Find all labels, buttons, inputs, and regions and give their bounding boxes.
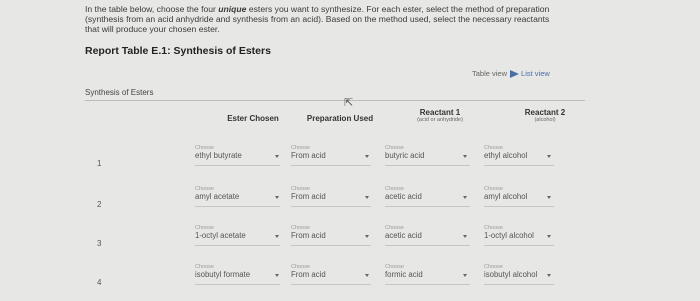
reactant-1-select-value: formic acid <box>385 270 423 279</box>
select-underline <box>195 284 280 285</box>
dropdown-caret-icon[interactable] <box>547 274 551 277</box>
header-ester-chosen: Ester Chosen <box>227 114 279 123</box>
preparation-select[interactable]: Choose From acid <box>291 225 371 246</box>
header-reactant-1-label: Reactant 1 <box>419 108 461 117</box>
ester-select-value: isobutyl formate <box>195 270 251 279</box>
reactant-2-select-value: ethyl alcohol <box>484 151 528 160</box>
preparation-select-value: From acid <box>291 231 326 240</box>
preparation-select-value: From acid <box>291 270 326 279</box>
select-underline <box>291 206 371 207</box>
ester-select[interactable]: Choose amyl acetate <box>195 186 280 207</box>
dropdown-caret-icon[interactable] <box>547 235 551 238</box>
select-underline <box>291 284 371 285</box>
ester-select-value: ethyl butyrate <box>195 151 242 160</box>
dropdown-caret-icon[interactable] <box>463 155 467 158</box>
reactant-2-select[interactable]: Choose ethyl alcohol <box>484 145 554 166</box>
reactant-2-select[interactable]: Choose 1-octyl alcohol <box>484 225 554 246</box>
select-underline <box>484 206 554 207</box>
select-underline <box>484 165 554 166</box>
dropdown-caret-icon[interactable] <box>463 274 467 277</box>
select-underline <box>291 165 371 166</box>
select-underline <box>385 165 470 166</box>
reactant-1-select[interactable]: Choose acetic acid <box>385 186 470 207</box>
row-number: 4 <box>97 278 102 287</box>
dropdown-caret-icon[interactable] <box>275 155 279 158</box>
list-view-label[interactable]: List view <box>521 69 550 78</box>
ester-select[interactable]: Choose 1-octyl acetate <box>195 225 280 246</box>
instructions-before: In the table below, choose the four <box>85 4 219 14</box>
dropdown-caret-icon[interactable] <box>275 274 279 277</box>
preparation-select-value: From acid <box>291 192 326 201</box>
reactant-1-select[interactable]: Choose acetic acid <box>385 225 470 246</box>
select-underline <box>484 245 554 246</box>
dropdown-caret-icon[interactable] <box>463 196 467 199</box>
instructions-text: In the table below, choose the four uniq… <box>85 4 555 34</box>
view-toggle-switch-icon[interactable] <box>510 69 520 78</box>
select-underline <box>385 284 470 285</box>
dropdown-caret-icon[interactable] <box>365 235 369 238</box>
mouse-cursor-icon: ⇱ <box>344 97 354 109</box>
reactant-1-select-value: butyric acid <box>385 151 425 160</box>
header-reactant-2-label: Reactant 2 <box>524 108 566 117</box>
reactant-2-select[interactable]: Choose isobutyl alcohol <box>484 264 554 285</box>
header-preparation-used: Preparation Used <box>306 114 374 123</box>
ester-select[interactable]: Choose ethyl butyrate <box>195 145 280 166</box>
reactant-2-select[interactable]: Choose amyl alcohol <box>484 186 554 207</box>
reactant-1-select[interactable]: Choose butyric acid <box>385 145 470 166</box>
reactant-2-select-value: isobutyl alcohol <box>484 270 538 279</box>
header-reactant-1: Reactant 1 (acid or anhydride) <box>400 108 480 123</box>
dropdown-caret-icon[interactable] <box>365 155 369 158</box>
table-label: Synthesis of Esters <box>85 88 154 97</box>
reactant-2-select-value: amyl alcohol <box>484 192 528 201</box>
dropdown-caret-icon[interactable] <box>275 235 279 238</box>
header-reactant-2-sub: (alcohol) <box>534 117 556 123</box>
row-number: 2 <box>97 200 102 209</box>
header-reactant-2: Reactant 2 (alcohol) <box>510 108 580 123</box>
ester-select-value: 1-octyl acetate <box>195 231 246 240</box>
preparation-select-value: From acid <box>291 151 326 160</box>
ester-select[interactable]: Choose isobutyl formate <box>195 264 280 285</box>
view-toggle[interactable]: Table view List view <box>472 69 550 78</box>
ester-select-value: amyl acetate <box>195 192 240 201</box>
reactant-1-select[interactable]: Choose formic acid <box>385 264 470 285</box>
select-underline <box>291 245 371 246</box>
select-underline <box>484 284 554 285</box>
preparation-select[interactable]: Choose From acid <box>291 145 371 166</box>
dropdown-caret-icon[interactable] <box>365 274 369 277</box>
instructions-emphasis: unique <box>218 4 247 14</box>
select-underline <box>195 165 280 166</box>
dropdown-caret-icon[interactable] <box>275 196 279 199</box>
table-view-label[interactable]: Table view <box>472 69 507 78</box>
table-divider <box>85 100 585 101</box>
select-underline <box>385 245 470 246</box>
report-title: Report Table E.1: Synthesis of Esters <box>85 45 271 57</box>
preparation-select[interactable]: Choose From acid <box>291 264 371 285</box>
select-underline <box>385 206 470 207</box>
header-reactant-1-sub: (acid or anhydride) <box>417 117 463 123</box>
dropdown-caret-icon[interactable] <box>547 155 551 158</box>
dropdown-caret-icon[interactable] <box>463 235 467 238</box>
select-underline <box>195 245 280 246</box>
reactant-1-select-value: acetic acid <box>385 231 422 240</box>
dropdown-caret-icon[interactable] <box>547 196 551 199</box>
dropdown-caret-icon[interactable] <box>365 196 369 199</box>
select-underline <box>195 206 280 207</box>
reactant-2-select-value: 1-octyl alcohol <box>484 231 534 240</box>
row-number: 3 <box>97 239 102 248</box>
reactant-1-select-value: acetic acid <box>385 192 422 201</box>
preparation-select[interactable]: Choose From acid <box>291 186 371 207</box>
row-number: 1 <box>97 159 102 168</box>
